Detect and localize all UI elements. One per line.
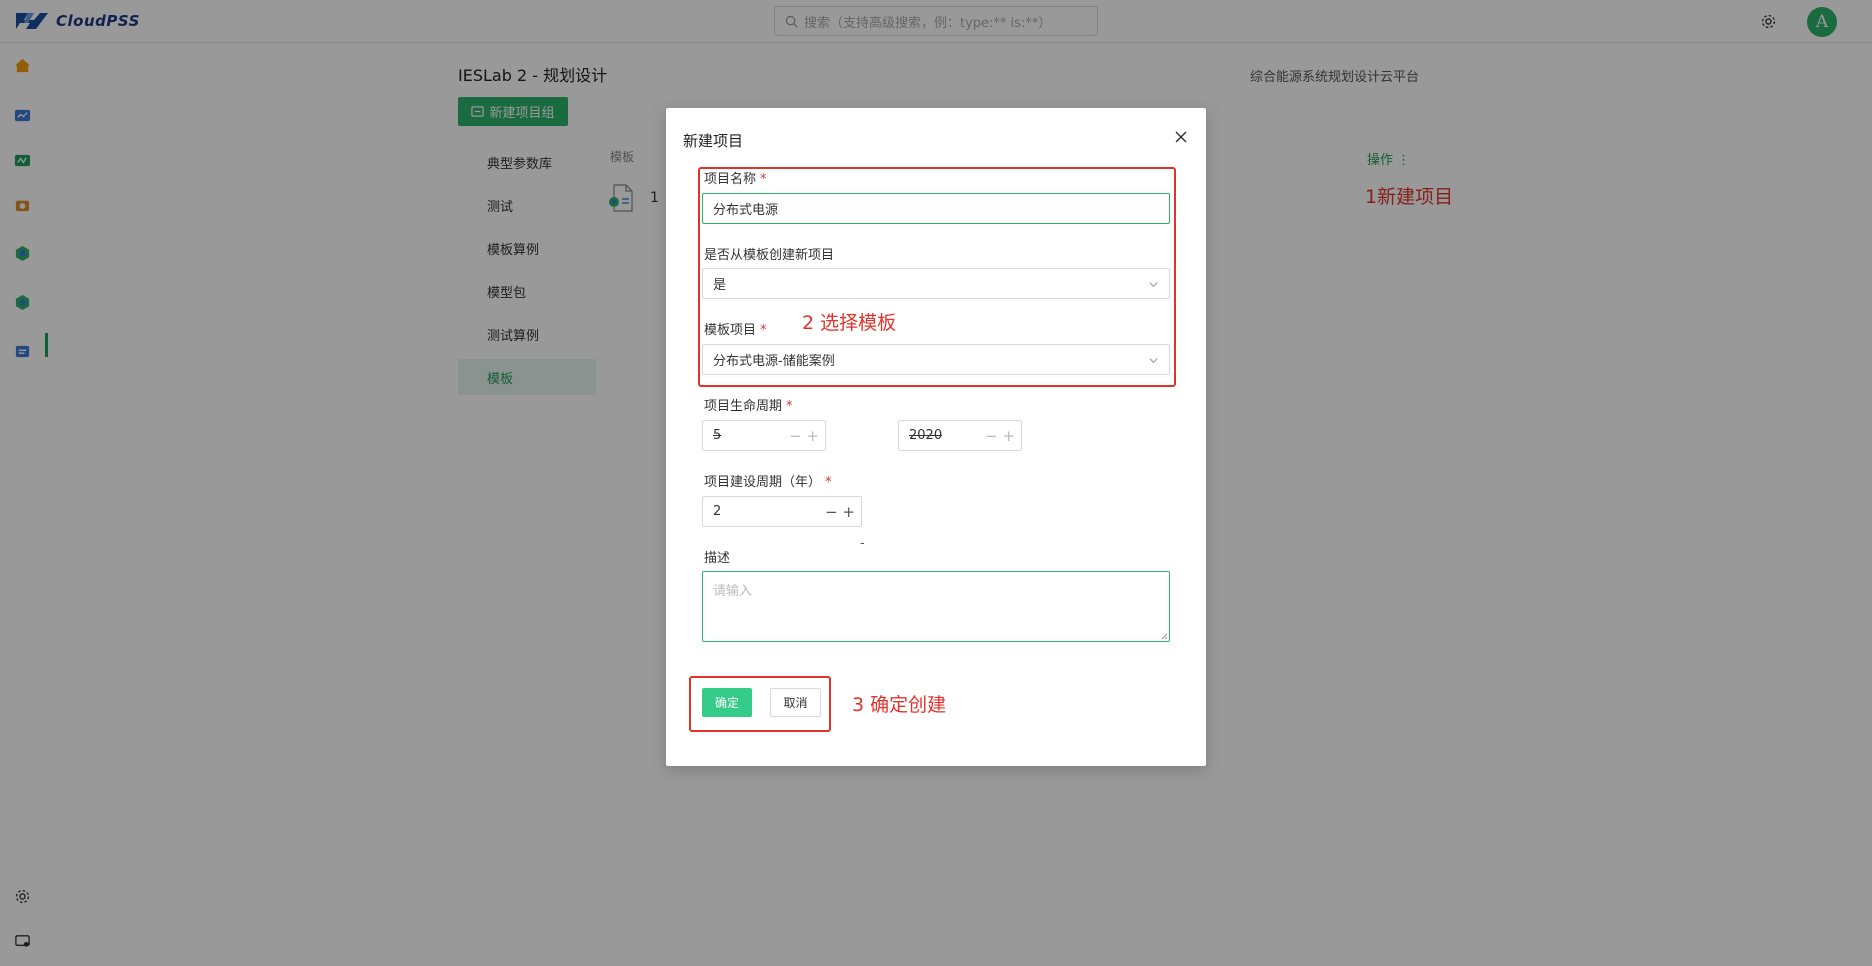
description-textarea[interactable]: 请输入 (702, 571, 1170, 642)
dialog-title: 新建项目 (683, 132, 744, 150)
annotation-box-buttons (689, 676, 831, 732)
build-period-label: 项目建设周期（年） * (704, 475, 832, 490)
build-period-value: 2 (713, 504, 722, 519)
range-separator: - (860, 536, 865, 551)
annotation-box-fields (698, 167, 1176, 387)
description-placeholder: 请输入 (713, 584, 753, 599)
lifecycle-years-input[interactable]: 5 − + (702, 420, 826, 451)
resize-grip-icon[interactable] (1160, 632, 1168, 640)
lifecycle-start-input[interactable]: 2020 − + (898, 420, 1022, 451)
lifecycle-start-stepper[interactable]: − + (985, 429, 1015, 444)
lifecycle-years-stepper[interactable]: − + (789, 429, 819, 444)
description-label: 描述 (704, 551, 731, 566)
annotation-select-template: 2 选择模板 (802, 312, 897, 334)
lifecycle-label: 项目生命周期 * (704, 399, 793, 414)
lifecycle-years-value: 5 (713, 428, 722, 443)
annotation-confirm-create: 3 确定创建 (852, 694, 947, 716)
close-icon[interactable] (1174, 130, 1188, 144)
build-period-stepper[interactable]: − + (825, 505, 855, 520)
new-project-dialog: 新建项目 项目名称 * 分布式电源 是否从模板创建新项目 是 模板项目 * 分布式电… (666, 108, 1206, 766)
build-period-input[interactable]: 2 − + (702, 496, 862, 527)
lifecycle-start-value: 2020 (909, 428, 943, 443)
